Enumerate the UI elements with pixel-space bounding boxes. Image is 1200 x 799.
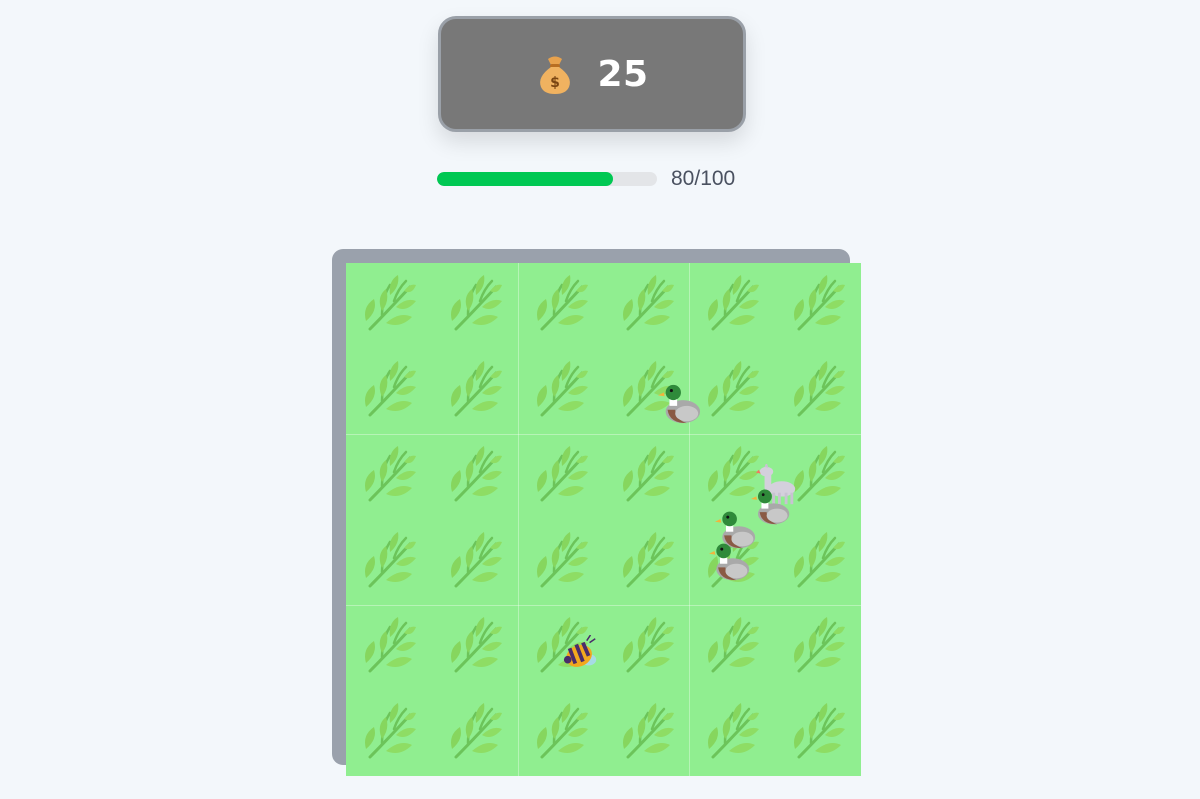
herb-sprout-icon — [789, 613, 845, 677]
duck-icon[interactable] — [658, 381, 702, 425]
farm-plot[interactable] — [689, 263, 861, 434]
herb-sprout-icon — [618, 699, 674, 763]
herb-sprout-icon — [360, 442, 416, 506]
farm-plot[interactable] — [689, 605, 861, 776]
progress-bar — [437, 172, 657, 186]
herb-sprout-icon — [446, 357, 502, 421]
progress-label: 80/100 — [671, 167, 736, 190]
herb-sprout-icon — [703, 357, 759, 421]
herb-sprout-icon — [532, 699, 588, 763]
herb-sprout-icon — [703, 613, 759, 677]
herb-sprout-icon — [532, 357, 588, 421]
farm-plot[interactable] — [346, 434, 518, 605]
money-amount: 25 — [597, 53, 649, 95]
herb-sprout-icon — [789, 271, 845, 335]
bee-icon[interactable] — [562, 635, 600, 673]
herb-sprout-icon — [360, 271, 416, 335]
herb-sprout-icon — [618, 528, 674, 592]
herb-sprout-icon — [532, 442, 588, 506]
progress-bar-fill — [437, 172, 613, 186]
herb-sprout-icon — [532, 271, 588, 335]
progress-indicator: 80/100 — [437, 167, 749, 190]
herb-sprout-icon — [789, 528, 845, 592]
money-counter: $ 25 — [438, 16, 746, 132]
farm-grid — [346, 263, 861, 776]
herb-sprout-icon — [360, 528, 416, 592]
farm-plot[interactable] — [518, 605, 690, 776]
herb-sprout-icon — [446, 442, 502, 506]
herb-sprout-icon — [532, 528, 588, 592]
herb-sprout-icon — [446, 699, 502, 763]
herb-sprout-icon — [703, 699, 759, 763]
herb-sprout-icon — [618, 442, 674, 506]
herb-sprout-icon — [618, 613, 674, 677]
farm-plot[interactable] — [346, 605, 518, 776]
herb-sprout-icon — [360, 699, 416, 763]
herb-sprout-icon — [789, 357, 845, 421]
money-bag-icon: $ — [540, 56, 571, 94]
herb-sprout-icon — [360, 613, 416, 677]
duck-icon[interactable] — [709, 540, 751, 582]
herb-sprout-icon — [446, 528, 502, 592]
herb-sprout-icon — [703, 271, 759, 335]
herb-sprout-icon — [446, 271, 502, 335]
farm-plot[interactable] — [346, 263, 518, 434]
svg-text:$: $ — [551, 75, 561, 91]
duck-icon[interactable] — [751, 486, 791, 526]
herb-sprout-icon — [789, 699, 845, 763]
farm-plot[interactable] — [518, 434, 690, 605]
herb-sprout-icon — [446, 613, 502, 677]
herb-sprout-icon — [360, 357, 416, 421]
herb-sprout-icon — [618, 271, 674, 335]
